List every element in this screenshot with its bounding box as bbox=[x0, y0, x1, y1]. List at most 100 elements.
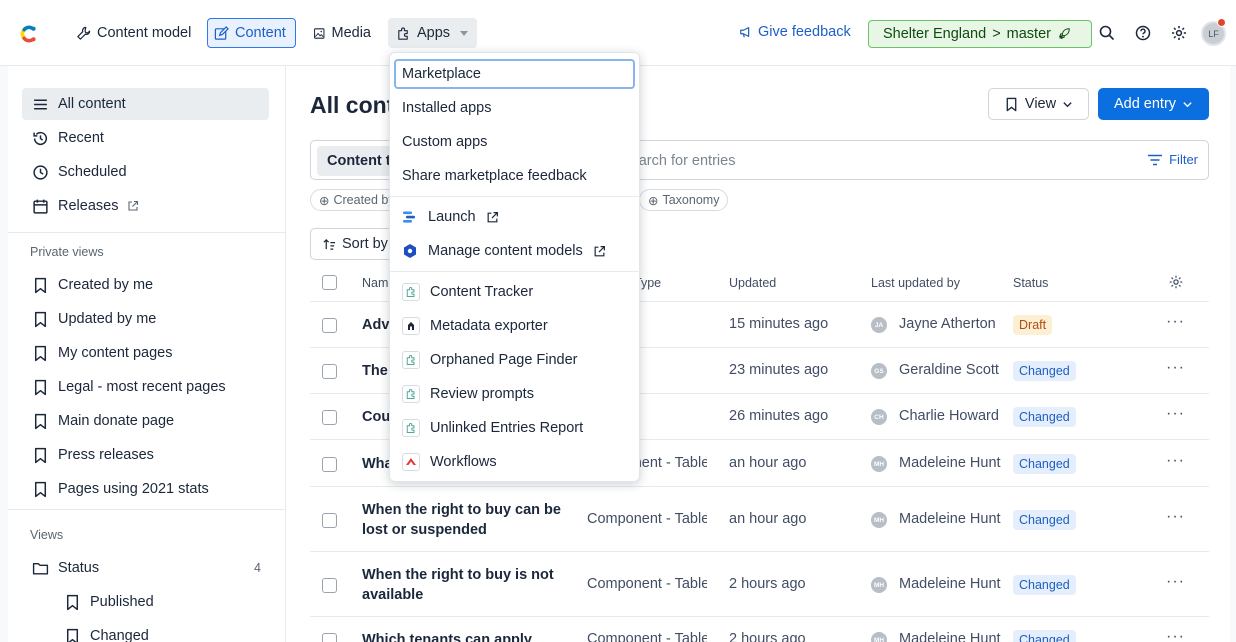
column-status[interactable]: Status bbox=[1013, 276, 1048, 290]
sidebar-item-published[interactable]: Published bbox=[54, 586, 269, 618]
nav-content[interactable]: Content bbox=[207, 18, 296, 48]
menu-item-launch[interactable]: Launch bbox=[394, 202, 637, 232]
entry-last-updated-by: Geraldine Scott bbox=[899, 362, 999, 378]
entry-updated: 15 minutes ago bbox=[729, 316, 829, 332]
menu-item-installed-apps[interactable]: Installed apps bbox=[394, 93, 637, 123]
nav-media[interactable]: Media bbox=[307, 18, 377, 48]
entry-last-updated-by: Madeleine Hunt bbox=[899, 576, 1001, 592]
filter-button[interactable]: Filter bbox=[1147, 152, 1198, 167]
bookmark-icon bbox=[34, 345, 47, 361]
user-avatar: MH bbox=[871, 632, 887, 642]
status-badge: Changed bbox=[1013, 510, 1076, 530]
menu-item-workflows[interactable]: Workflows bbox=[394, 447, 637, 477]
row-checkbox[interactable] bbox=[322, 513, 337, 528]
give-feedback-link[interactable]: Give feedback bbox=[739, 24, 851, 40]
select-all-checkbox[interactable] bbox=[322, 275, 337, 290]
sidebar-item-label: Releases bbox=[58, 198, 119, 214]
nav-content-label: Content bbox=[235, 25, 286, 41]
menu-divider bbox=[390, 196, 641, 197]
chevron-down-icon bbox=[1183, 101, 1192, 107]
sidebar-private-view[interactable]: Updated by me bbox=[22, 303, 269, 335]
menu-item-unlinked-entries-report[interactable]: Unlinked Entries Report bbox=[394, 413, 637, 443]
sidebar-item-label: All content bbox=[58, 96, 126, 112]
nav-apps[interactable]: Apps bbox=[388, 18, 477, 48]
sidebar-private-view[interactable]: My content pages bbox=[22, 337, 269, 369]
image-icon bbox=[314, 27, 325, 39]
entry-last-updated-by: Madeleine Hunt bbox=[899, 631, 1001, 642]
more-actions-icon[interactable]: ··· bbox=[1166, 405, 1185, 423]
more-actions-icon[interactable]: ··· bbox=[1166, 313, 1185, 331]
sidebar-item-releases[interactable]: Releases bbox=[22, 190, 269, 222]
more-actions-icon[interactable]: ··· bbox=[1166, 452, 1185, 470]
menu-item-label: Unlinked Entries Report bbox=[430, 420, 584, 436]
sidebar: All content Recent Scheduled Releases Pr… bbox=[8, 66, 286, 642]
entry-title[interactable]: When the right to buy is not available bbox=[362, 565, 572, 605]
menu-item-metadata-exporter[interactable]: Metadata exporter bbox=[394, 311, 637, 341]
sidebar-item-label: Pages using 2021 stats bbox=[58, 481, 209, 497]
sidebar-folder-status[interactable]: Status bbox=[22, 552, 269, 584]
taxonomy-pill[interactable]: ⊕ Taxonomy bbox=[639, 189, 729, 211]
sidebar-item-changed[interactable]: Changed bbox=[54, 620, 269, 642]
sidebar-item-recent[interactable]: Recent bbox=[22, 122, 269, 154]
table-row[interactable]: When the right to buy can be lost or sus… bbox=[310, 487, 1209, 552]
row-checkbox[interactable] bbox=[322, 410, 337, 425]
row-checkbox[interactable] bbox=[322, 364, 337, 379]
menu-item-share-feedback[interactable]: Share marketplace feedback bbox=[394, 161, 637, 191]
more-actions-icon[interactable]: ··· bbox=[1166, 359, 1185, 377]
status-badge: Draft bbox=[1013, 315, 1053, 335]
add-entry-button[interactable]: Add entry bbox=[1098, 88, 1209, 120]
contentful-logo[interactable] bbox=[16, 22, 40, 46]
menu-item-label: Share marketplace feedback bbox=[402, 168, 587, 184]
external-link-icon bbox=[487, 211, 498, 222]
add-entry-label: Add entry bbox=[1113, 96, 1177, 112]
sidebar-private-view[interactable]: Pages using 2021 stats bbox=[22, 473, 269, 505]
pill-label: Taxonomy bbox=[662, 193, 720, 207]
status-badge: Changed bbox=[1013, 454, 1076, 474]
row-checkbox[interactable] bbox=[322, 318, 337, 333]
table-row[interactable]: Which tenants can apply Component - Table… bbox=[310, 617, 1209, 642]
column-updated[interactable]: Updated bbox=[729, 276, 776, 290]
menu-item-manage-content-models[interactable]: Manage content models bbox=[394, 236, 637, 266]
notification-dot bbox=[1217, 18, 1226, 27]
sidebar-private-view[interactable]: Main donate page bbox=[22, 405, 269, 437]
menu-item-orphaned-page-finder[interactable]: Orphaned Page Finder bbox=[394, 345, 637, 375]
space-name: Shelter England bbox=[883, 26, 987, 42]
row-checkbox[interactable] bbox=[322, 457, 337, 472]
menu-item-content-tracker[interactable]: Content Tracker bbox=[394, 277, 637, 307]
branch-name: master bbox=[1006, 26, 1051, 42]
sidebar-item-scheduled[interactable]: Scheduled bbox=[22, 156, 269, 188]
menu-item-review-prompts[interactable]: Review prompts bbox=[394, 379, 637, 409]
row-checkbox[interactable] bbox=[322, 578, 337, 593]
gear-icon[interactable] bbox=[1170, 24, 1188, 42]
more-actions-icon[interactable]: ··· bbox=[1166, 573, 1185, 591]
entry-updated: 23 minutes ago bbox=[729, 362, 829, 378]
gear-icon[interactable] bbox=[1168, 274, 1184, 290]
entry-title[interactable]: Which tenants can apply bbox=[362, 630, 572, 642]
nav-content-model[interactable]: Content model bbox=[70, 18, 197, 48]
entry-updated: 2 hours ago bbox=[729, 576, 806, 592]
give-feedback-label: Give feedback bbox=[758, 24, 851, 40]
environment-switcher[interactable]: Shelter England > master bbox=[868, 20, 1092, 48]
more-actions-icon[interactable]: ··· bbox=[1166, 628, 1185, 642]
env-separator: > bbox=[992, 26, 1001, 42]
table-row[interactable]: When the right to buy is not available Co… bbox=[310, 552, 1209, 617]
menu-divider bbox=[390, 271, 641, 272]
column-last-updated-by[interactable]: Last updated by bbox=[871, 276, 960, 290]
rocket-icon bbox=[1059, 28, 1070, 39]
view-button[interactable]: View bbox=[988, 88, 1089, 120]
sidebar-private-view[interactable]: Press releases bbox=[22, 439, 269, 471]
sidebar-private-view[interactable]: Legal - most recent pages bbox=[22, 371, 269, 403]
folder-icon bbox=[32, 562, 49, 575]
entry-title[interactable]: When the right to buy can be lost or sus… bbox=[362, 500, 572, 540]
menu-item-marketplace[interactable]: Marketplace bbox=[394, 59, 635, 89]
menu-item-custom-apps[interactable]: Custom apps bbox=[394, 127, 637, 157]
help-icon[interactable] bbox=[1134, 24, 1152, 42]
sidebar-divider bbox=[8, 232, 286, 233]
sidebar-private-view[interactable]: Created by me bbox=[22, 269, 269, 301]
entry-updated: 26 minutes ago bbox=[729, 408, 829, 424]
search-icon[interactable] bbox=[1098, 24, 1116, 42]
more-actions-icon[interactable]: ··· bbox=[1166, 508, 1185, 526]
sidebar-item-label: Scheduled bbox=[58, 164, 127, 180]
row-checkbox[interactable] bbox=[322, 633, 337, 642]
sidebar-item-all-content[interactable]: All content bbox=[22, 88, 269, 120]
